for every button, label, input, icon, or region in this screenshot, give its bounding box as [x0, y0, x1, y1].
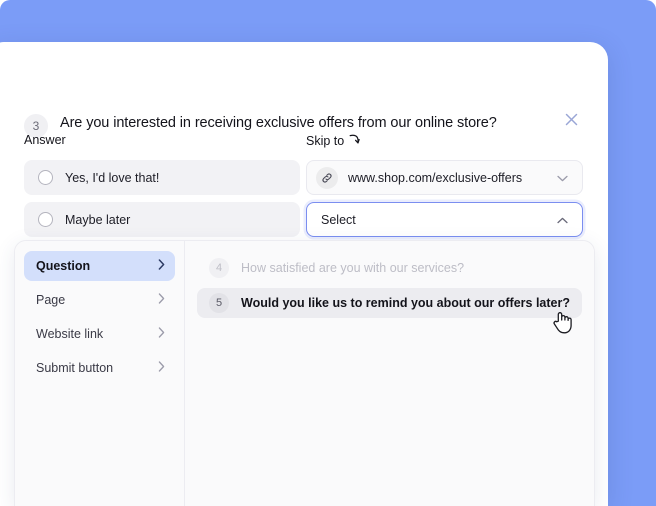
chevron-right-icon [158, 257, 165, 275]
dropdown-category-website-link[interactable]: Website link [24, 319, 175, 349]
dropdown-question-text: Would you like us to remind you about ou… [241, 296, 570, 310]
screenshot-stage: 3 Are you interested in receiving exclus… [0, 0, 656, 506]
dropdown-category-label: Submit button [36, 361, 113, 375]
answer-option-2[interactable]: Maybe later [24, 202, 300, 237]
radio-icon[interactable] [38, 212, 53, 227]
dropdown-question-option-4: 4 How satisfied are you with our service… [197, 253, 582, 283]
chevron-down-icon[interactable] [557, 169, 568, 187]
dropdown-category-page[interactable]: Page [24, 285, 175, 315]
answer-option-label: Maybe later [65, 213, 130, 227]
chevron-right-icon [158, 291, 165, 309]
arrow-turn-down-icon [349, 134, 360, 148]
chevron-right-icon [158, 359, 165, 377]
answer-label: Answer [24, 133, 66, 147]
dropdown-category-label: Page [36, 293, 65, 307]
question-number-badge: 5 [209, 293, 229, 313]
close-icon [565, 113, 578, 126]
question-settings-card: 3 Are you interested in receiving exclus… [0, 42, 608, 506]
link-icon [316, 167, 338, 189]
dropdown-question-option-5[interactable]: 5 Would you like us to remind you about … [197, 288, 582, 318]
chevron-right-icon [158, 325, 165, 343]
skip-to-label-text: Skip to [306, 134, 344, 148]
dropdown-question-text: How satisfied are you with our services? [241, 261, 464, 275]
question-title: Are you interested in receiving exclusiv… [60, 115, 497, 131]
skip-to-select-field[interactable]: Select [306, 202, 583, 237]
dropdown-category-submit-button[interactable]: Submit button [24, 353, 175, 383]
dropdown-category-question[interactable]: Question [24, 251, 175, 281]
chevron-up-icon[interactable] [557, 211, 568, 229]
radio-icon[interactable] [38, 170, 53, 185]
dropdown-question-list: 4 How satisfied are you with our service… [185, 241, 594, 506]
dropdown-category-list: Question Page We [15, 241, 185, 506]
skip-to-website-link-field[interactable]: www.shop.com/exclusive-offers [306, 160, 583, 195]
skip-to-url-value: www.shop.com/exclusive-offers [348, 171, 522, 185]
dropdown-category-label: Question [36, 259, 90, 273]
skip-to-dropdown-panel: Question Page We [14, 240, 595, 506]
dropdown-category-label: Website link [36, 327, 103, 341]
answer-option-label: Yes, I'd love that! [65, 171, 159, 185]
skip-to-select-value: Select [321, 213, 356, 227]
card-header [0, 42, 608, 116]
close-button[interactable] [558, 106, 584, 132]
question-number-badge: 4 [209, 258, 229, 278]
answer-option-1[interactable]: Yes, I'd love that! [24, 160, 300, 195]
skip-to-label: Skip to [306, 133, 360, 148]
